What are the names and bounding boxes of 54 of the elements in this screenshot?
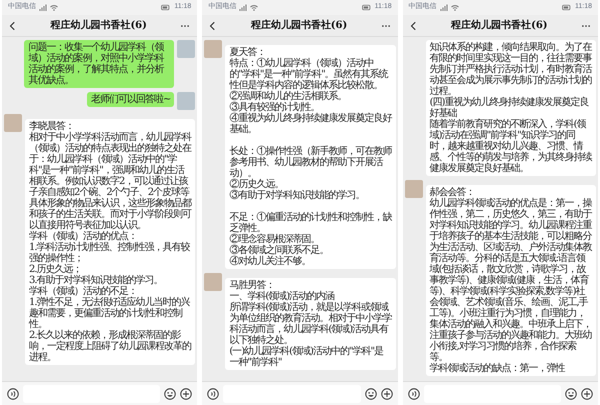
message-text: 2.历史久远； [29,264,82,275]
signal-icon [440,4,448,12]
message-text: 相对于中小学学科活动而言，幼儿园学科（领域）活动的特点表现出的独特之处在于：幼儿园学科（领域）活动中的"学科"是一种"前学科"，强调和幼儿的生活相联系。例如认识数字2，可以通过让孩子亲自感知2个碗、2个勺子、2个皮球等具体形象的物品来认识，这些形象物品都和孩子的生活关联。而对于小学阶段则可以直接用符号表征加以认识。 [29,132,192,231]
signal-icon [39,4,47,12]
wifi-icon [50,4,58,12]
message-text: 长处：①操作性强（新手教师，可在教师参考用书、幼儿园教材的帮助下开展活动）。 [229,146,392,179]
message-text: 一、学科(领域)活动的内涵 [229,291,334,302]
emoji-icon[interactable] [364,388,377,400]
message-text: 郝会会答： [430,187,475,198]
chat-title: 程庄幼儿园书香社(6) [451,18,548,33]
plus-icon[interactable] [580,388,593,400]
message-text: (一)幼儿园学科(领域)活动中的"学科"是一种"前学科" [229,346,384,368]
message-text: 1.学科活动计划性强、控制性强，具有较强的操作性； [29,242,191,264]
message-text: ②强调和幼儿的生活相联系。 [229,91,348,102]
wifi-icon [450,4,459,12]
plus-icon[interactable] [380,388,393,400]
message-text: ③各领域之间联系不足。 [229,245,330,256]
message-text: ④重视为幼儿终身持续健康发展奠定良好基础。 [229,113,392,135]
voice-icon[interactable] [207,388,220,400]
message-text: ③具有较强的计划性。 [229,102,320,113]
chat-title: 程庄幼儿园书香社(6) [250,18,348,33]
message-text: ③有助于对学科知识技能的学习。 [229,190,366,201]
emoji-icon[interactable] [164,388,176,400]
chat-title: 程庄幼儿园书香社(6) [50,18,147,33]
message-text: 3.有助于对学科知识技能的学习。 [29,275,164,286]
message-text: 老师们可以回答啦~ [90,94,170,105]
message-text: 学科（领域）活动的不足： [29,286,137,297]
message-text: ④对幼儿关注不够。 [229,256,312,267]
message-text: 1.弹性不足，无法很好适应幼儿当时的兴趣和需要，更偏重活动的计划性和控制性。 [29,297,192,330]
message-text: 夏天答： [229,47,266,58]
message-text: 特点：①幼儿园学科（领域）活动中的"学科"是一种"前学科"。虽然有其系统性但是学科内容的逻辑体系比较松散。 [229,58,390,91]
battery-icon [560,3,572,12]
message-text: 随着学前教育研究的不断深入，学科(领域)活动在强调"前学科"知识学习的同时，越来越重视对幼儿兴趣、习惯、情感、个性等的萌发与培养，为其终身持续健康发展奠定良好基础。 [430,119,592,174]
message-text: 问题一：收集一个幼儿园学科（领域）活动的案例，对照中小学学科活动的案例，了解其特点，并分析其优缺点。 [28,42,165,86]
message-text: 学科领域活动的缺点：第一，弹性 [430,363,566,374]
plus-icon[interactable] [180,388,192,400]
voice-icon[interactable] [7,388,19,400]
message-text: 马胜男答： [229,280,276,291]
voice-icon[interactable] [408,388,420,400]
message-text: 知识体系的构建，倾向结果取向。为了在有限的时间里实现这一目的，往往需要事先制订并严格执行活动计划，有时教育活动甚至会成为展示事先制订的活动计划的过程。 [430,42,592,97]
message-text: 所谓学科(领域)活动，就是以学科或领域为单位组织的教育活动。相对于中小学学科活动而言，幼儿园学科(领域)活动具有以下独特之处。 [229,302,392,346]
message-text: 李晓晨答： [29,121,74,132]
message-text: 学科（领域）活动的优点： [29,231,137,242]
message-text: ②历史久远。 [229,179,284,190]
message-text: 2.长久以来的依赖，形成根深蒂固的影响，一定程度上阻碍了幼儿园课程改革的进程。 [29,330,192,363]
battery-icon [160,3,172,12]
signal-icon [239,4,248,12]
message-text: 不足：①偏重活动的计划性和控制性，缺乏弹性。 [229,212,392,234]
message-text: ②理念容易根深蒂固。 [229,234,320,245]
emoji-icon[interactable] [564,388,577,400]
message-text: (四)重视为幼儿终身持续健康发展奠定良好基础 [430,97,590,119]
wifi-icon [250,4,258,12]
battery-icon [360,3,372,12]
message-text: 幼儿园学科领域活动的优点是：第一，操作性强，第二，历史悠久，第三，有助于对学科知识技能的学习。幼儿园课程注重于培养孩子的基本生活技能，可以粗略分为生活活动、区域活动、户外活动集体教育活动等。分科的话是五大领域:语言领域(包括谈话，散文欣赏，诗歌学习，故事教学等)、健康领域(健康，生活，体育等)、科学领域(科学实验探索,数学等)社会领域、艺术领域(音乐、绘画、泥工,手工等)。小班注重行为习惯，自理能力，集体活动的融入和兴趣。中班承上启下，注重孩子参与活动的兴趣和能力。大班幼小衔接,对学习习惯的培养，合作探索等。 [430,198,592,363]
